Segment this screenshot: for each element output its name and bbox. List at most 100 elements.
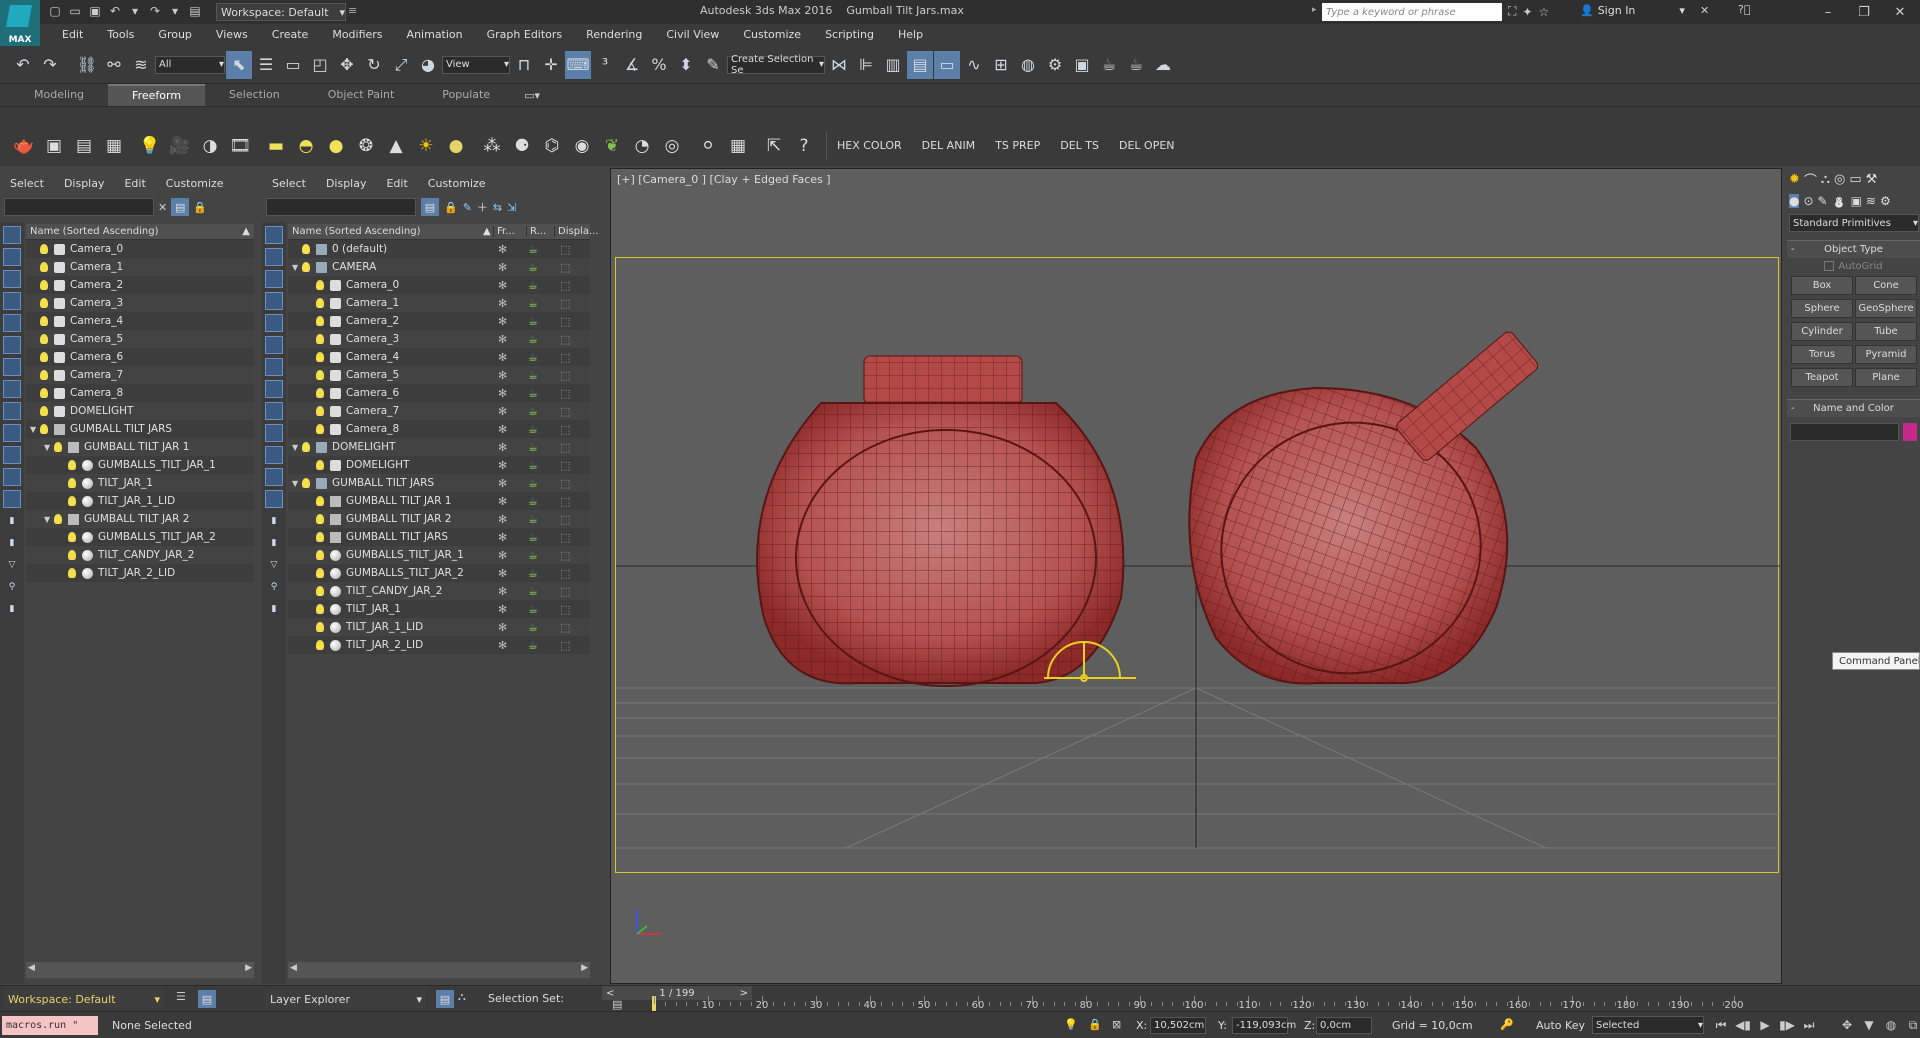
visibility-bulb-icon[interactable] (40, 262, 48, 272)
display-box-icon[interactable]: ⬚ (560, 585, 570, 598)
visibility-bulb-icon[interactable] (316, 388, 324, 398)
mirror-icon[interactable]: ⋈ (826, 51, 852, 79)
panel-menu-select[interactable]: Select (0, 177, 54, 190)
render-in-cloud-icon[interactable]: ☁ (1150, 51, 1176, 79)
fur-icon[interactable]: ⁂ (478, 132, 506, 160)
sync-icon[interactable]: ⚲ (3, 578, 21, 596)
visibility-bulb-icon[interactable] (316, 640, 324, 650)
render-teapot-icon[interactable]: ☕ (528, 315, 538, 328)
angle-snap-icon[interactable]: ∡ (619, 51, 645, 79)
filter-icon[interactable]: ▤ (421, 198, 439, 216)
cone-button[interactable]: Cone (1855, 276, 1917, 295)
filter-icon[interactable]: ▽ (3, 556, 21, 574)
layer-link-icon[interactable]: ⇆ (493, 201, 502, 214)
save-icon[interactable]: ▣ (86, 3, 104, 19)
display-box-icon[interactable]: ⬚ (560, 333, 570, 346)
render-teapot-icon[interactable]: ☕ (528, 621, 538, 634)
display-frozen-icon[interactable] (265, 468, 283, 486)
menu-tools[interactable]: Tools (95, 24, 146, 46)
scroll-right-icon[interactable]: ▶ (581, 963, 588, 973)
unlink-icon[interactable]: ⚯ (101, 51, 127, 79)
pivot-center-icon[interactable]: ⊓ (511, 51, 537, 79)
geosphere-button[interactable]: GeoSphere (1855, 299, 1917, 318)
list-item[interactable]: DOMELIGHT (26, 402, 254, 420)
plant-icon[interactable]: ❦ (598, 132, 626, 160)
render-setup-icon[interactable]: ⚙ (1042, 51, 1068, 79)
go-to-start-icon[interactable]: ⏮ (1710, 1015, 1732, 1035)
scene-explorer-search-input[interactable] (4, 198, 154, 216)
object-type-rollout[interactable]: - Object Type (1787, 240, 1920, 258)
add-to-layer-icon[interactable]: ✎ (463, 201, 472, 214)
hierarchy-icon[interactable]: ⛬ (458, 990, 466, 1004)
display-xrefs-icon[interactable] (265, 402, 283, 420)
list-item[interactable]: DOMELIGHT ✻ ☕ ⬚ (288, 456, 590, 474)
display-box-icon[interactable]: ⬚ (560, 603, 570, 616)
globe-icon[interactable]: ◉ (568, 132, 596, 160)
render-teapot-icon[interactable]: ☕ (528, 567, 538, 580)
visibility-bulb-icon[interactable] (54, 442, 62, 452)
visibility-bulb-icon[interactable] (316, 280, 324, 290)
redo-dropdown-icon[interactable]: ▾ (166, 3, 184, 19)
new-file-icon[interactable]: ▢ (46, 3, 64, 19)
redo-icon[interactable]: ↷ (146, 3, 164, 19)
layer-explorer-hscrollbar[interactable]: ◀ ▶ (288, 962, 590, 978)
render-teapot-icon[interactable]: ☕ (528, 639, 538, 652)
sign-in-button[interactable]: 👤 Sign In ▾ (1580, 4, 1685, 17)
list-item[interactable]: GUMBALLS_TILT_JAR_1 ✻ ☕ ⬚ (288, 546, 590, 564)
expand-arrow-icon[interactable]: ▼ (292, 479, 302, 488)
window-crossing-icon[interactable]: ◰ (307, 51, 333, 79)
visibility-bulb-icon[interactable] (316, 568, 324, 578)
list-item[interactable]: ▼ DOMELIGHT ✻ ☕ ⬚ (288, 438, 590, 456)
freeze-icon[interactable]: ✻ (498, 621, 507, 634)
panel-menu-edit[interactable]: Edit (114, 177, 155, 190)
menu-rendering[interactable]: Rendering (574, 24, 654, 46)
list-item[interactable]: Camera_5 (26, 330, 254, 348)
object-color-swatch[interactable] (1903, 423, 1917, 441)
freeze-icon[interactable]: ✻ (498, 333, 507, 346)
visibility-bulb-icon[interactable] (68, 496, 76, 506)
panel-menu-display[interactable]: Display (316, 177, 377, 190)
visibility-bulb-icon[interactable] (54, 514, 62, 524)
list-item[interactable]: 0 (default) ✻ ☕ ⬚ (288, 240, 590, 258)
z-coordinate-field[interactable]: 0,0cm (1316, 1017, 1372, 1034)
list-item[interactable]: TILT_JAR_2_LID ✻ ☕ ⬚ (288, 636, 590, 654)
list-item[interactable]: Camera_3 (26, 294, 254, 312)
panel-menu-customize[interactable]: Customize (156, 177, 234, 190)
display-box-icon[interactable]: ⬚ (560, 495, 570, 508)
list-item[interactable]: TILT_CANDY_JAR_2 (26, 546, 254, 564)
freeze-icon[interactable]: ✻ (498, 351, 507, 364)
name-and-color-rollout[interactable]: - Name and Color (1787, 399, 1920, 417)
maximize-button[interactable]: ❐ (1846, 0, 1882, 24)
display-box-icon[interactable]: ⬚ (560, 531, 570, 544)
visibility-bulb-icon[interactable] (316, 424, 324, 434)
ribbon-tab-populate[interactable]: Populate (418, 85, 514, 105)
display-bones-icon[interactable] (265, 424, 283, 442)
column-display-header[interactable]: Displa... (554, 226, 598, 237)
snaps-toggle-icon[interactable]: ³ (592, 51, 618, 79)
viewport-label[interactable]: [+] [Camera_0 ] [Clay + Edged Faces ] (617, 173, 831, 186)
menu-views[interactable]: Views (204, 24, 260, 46)
link-icon[interactable]: ⛓ (74, 51, 100, 79)
utilities-tab-icon[interactable]: ⚒ (1866, 172, 1878, 187)
display-box-icon[interactable]: ⬚ (560, 297, 570, 310)
display-box-icon[interactable]: ⬚ (560, 639, 570, 652)
clear-icon[interactable]: ✕ (158, 201, 167, 214)
filter-icon[interactable]: ▽ (265, 556, 283, 574)
select-move-icon[interactable]: ✥ (334, 51, 360, 79)
visibility-bulb-icon[interactable] (302, 478, 310, 488)
expand-arrow-icon[interactable]: ▼ (44, 515, 54, 524)
minimize-button[interactable]: – (1810, 0, 1846, 24)
list-item[interactable]: Camera_3 ✻ ☕ ⬚ (288, 330, 590, 348)
ribbon-tab-object-paint[interactable]: Object Paint (304, 85, 419, 105)
visibility-bulb-icon[interactable] (316, 514, 324, 524)
panel-menu-display[interactable]: Display (54, 177, 115, 190)
vray-proxy-icon[interactable]: ⚈ (508, 132, 536, 160)
display-box-icon[interactable]: ⬚ (560, 549, 570, 562)
maxscript-listener[interactable]: macros.run " (2, 1016, 98, 1035)
freeze-icon[interactable]: ✻ (498, 369, 507, 382)
menu-graph-editors[interactable]: Graph Editors (475, 24, 575, 46)
freeze-icon[interactable]: ✻ (498, 315, 507, 328)
undo-icon[interactable]: ↶ (10, 51, 36, 79)
white-sphere-icon[interactable]: ⚪ (694, 132, 722, 160)
display-groups-icon[interactable] (3, 380, 21, 398)
